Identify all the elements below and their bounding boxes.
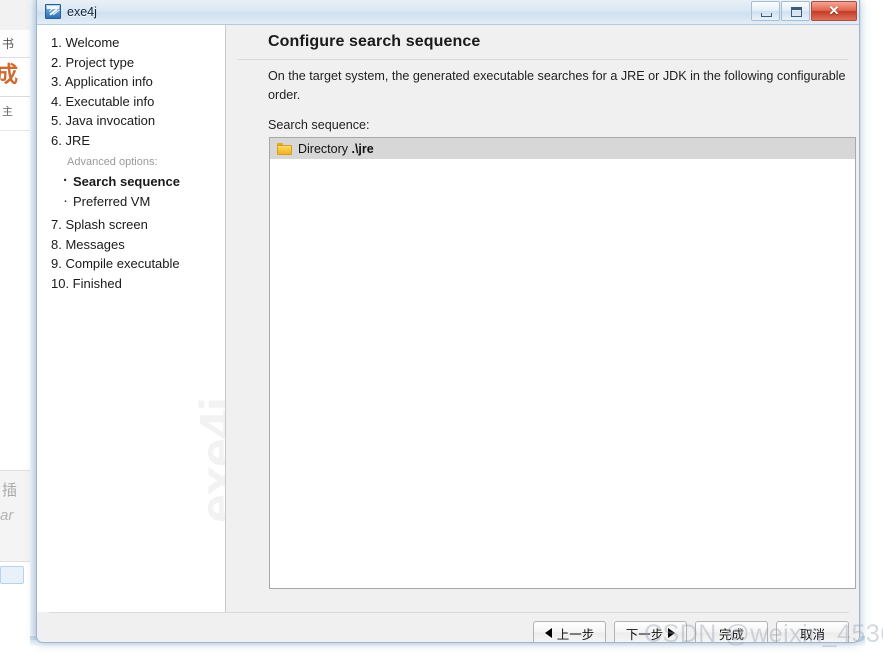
window-titlebar[interactable]: exe4j ✕ — [37, 0, 859, 25]
background-left-heading-text: 成 — [0, 62, 19, 87]
next-button[interactable]: 下一步 — [614, 621, 687, 642]
sidebar-item-search-sequence[interactable]: Search sequence — [51, 171, 225, 192]
close-button[interactable]: ✕ — [811, 1, 857, 21]
sidebar-item-finished[interactable]: 10. Finished — [51, 274, 225, 294]
back-button[interactable]: 上一步 — [533, 621, 606, 642]
sidebar-item-application-info[interactable]: 3. Application info — [51, 72, 225, 92]
background-left-panel: 书 成 主 插 ar — [0, 0, 30, 653]
cancel-button[interactable]: 取消 — [776, 621, 849, 642]
background-left-divider-2 — [0, 130, 30, 131]
exe4j-watermark: exe4j — [190, 397, 226, 523]
list-item-label: Directory .\jre — [298, 142, 374, 156]
maximize-icon — [791, 7, 802, 17]
wizard-footer: 上一步 下一步 完成 取消 — [37, 612, 859, 642]
triangle-left-icon — [544, 628, 552, 638]
window-title: exe4j — [67, 5, 97, 19]
background-left-header — [0, 0, 30, 31]
page-title: Configure search sequence — [268, 33, 481, 50]
sidebar-item-java-invocation[interactable]: 5. Java invocation — [51, 111, 225, 131]
minimize-button[interactable] — [751, 1, 780, 21]
maximize-button[interactable] — [781, 1, 810, 21]
background-left-tab-text: 书 — [0, 30, 30, 58]
sidebar-item-compile-executable[interactable]: 9. Compile executable — [51, 254, 225, 274]
footer-button-group: 上一步 下一步 完成 取消 — [533, 621, 849, 642]
finish-button[interactable]: 完成 — [695, 621, 768, 642]
exe4j-app-icon — [45, 4, 61, 19]
background-left-small-text: 主 — [2, 106, 13, 118]
close-icon: ✕ — [828, 3, 840, 18]
sidebar-item-splash-screen[interactable]: 7. Splash screen — [51, 215, 225, 235]
cancel-button-label: 取消 — [799, 627, 825, 642]
background-left-lower-en: ar — [0, 507, 14, 524]
triangle-right-icon — [668, 628, 676, 638]
window-controls: ✕ — [750, 1, 857, 21]
exe4j-wizard-window: exe4j ✕ 1. Welcome 2. Project type 3. Ap… — [36, 0, 860, 643]
sidebar-item-executable-info[interactable]: 4. Executable info — [51, 92, 225, 112]
list-item-prefix: Directory — [298, 141, 352, 156]
folder-icon — [277, 142, 292, 155]
list-item[interactable]: Directory .\jre — [270, 138, 855, 159]
wizard-content-pane: Configure search sequence On the target … — [226, 25, 859, 612]
screenshot-root: 书 成 主 插 ar gl... 存储 重 7( — [0, 0, 883, 653]
background-left-divider — [0, 96, 30, 97]
wizard-step-list: 1. Welcome 2. Project type 3. Applicatio… — [51, 33, 225, 294]
background-left-lower-panel: 插 ar — [0, 470, 30, 562]
page-description: On the target system, the generated exec… — [268, 69, 846, 102]
back-button-label: 上一步 — [556, 627, 595, 642]
title-divider — [238, 59, 848, 60]
sidebar-item-messages[interactable]: 8. Messages — [51, 235, 225, 255]
next-button-label: 下一步 — [625, 627, 664, 642]
search-sequence-label: Search sequence: — [268, 118, 370, 132]
wizard-step-sidebar: 1. Welcome 2. Project type 3. Applicatio… — [37, 25, 226, 612]
sidebar-item-preferred-vm[interactable]: Preferred VM — [51, 191, 225, 212]
background-left-lower-cn: 插 — [2, 482, 18, 499]
sidebar-item-welcome[interactable]: 1. Welcome — [51, 33, 225, 53]
sidebar-item-project-type[interactable]: 2. Project type — [51, 53, 225, 73]
minimize-icon — [761, 13, 772, 17]
footer-divider — [49, 612, 849, 613]
list-item-value: .\jre — [351, 141, 374, 156]
sidebar-item-jre[interactable]: 6. JRE — [51, 131, 225, 151]
background-left-button — [0, 566, 24, 584]
finish-button-label: 完成 — [718, 627, 744, 642]
search-sequence-listbox[interactable]: Directory .\jre — [269, 137, 856, 589]
sidebar-advanced-options-label: Advanced options: — [67, 156, 158, 168]
